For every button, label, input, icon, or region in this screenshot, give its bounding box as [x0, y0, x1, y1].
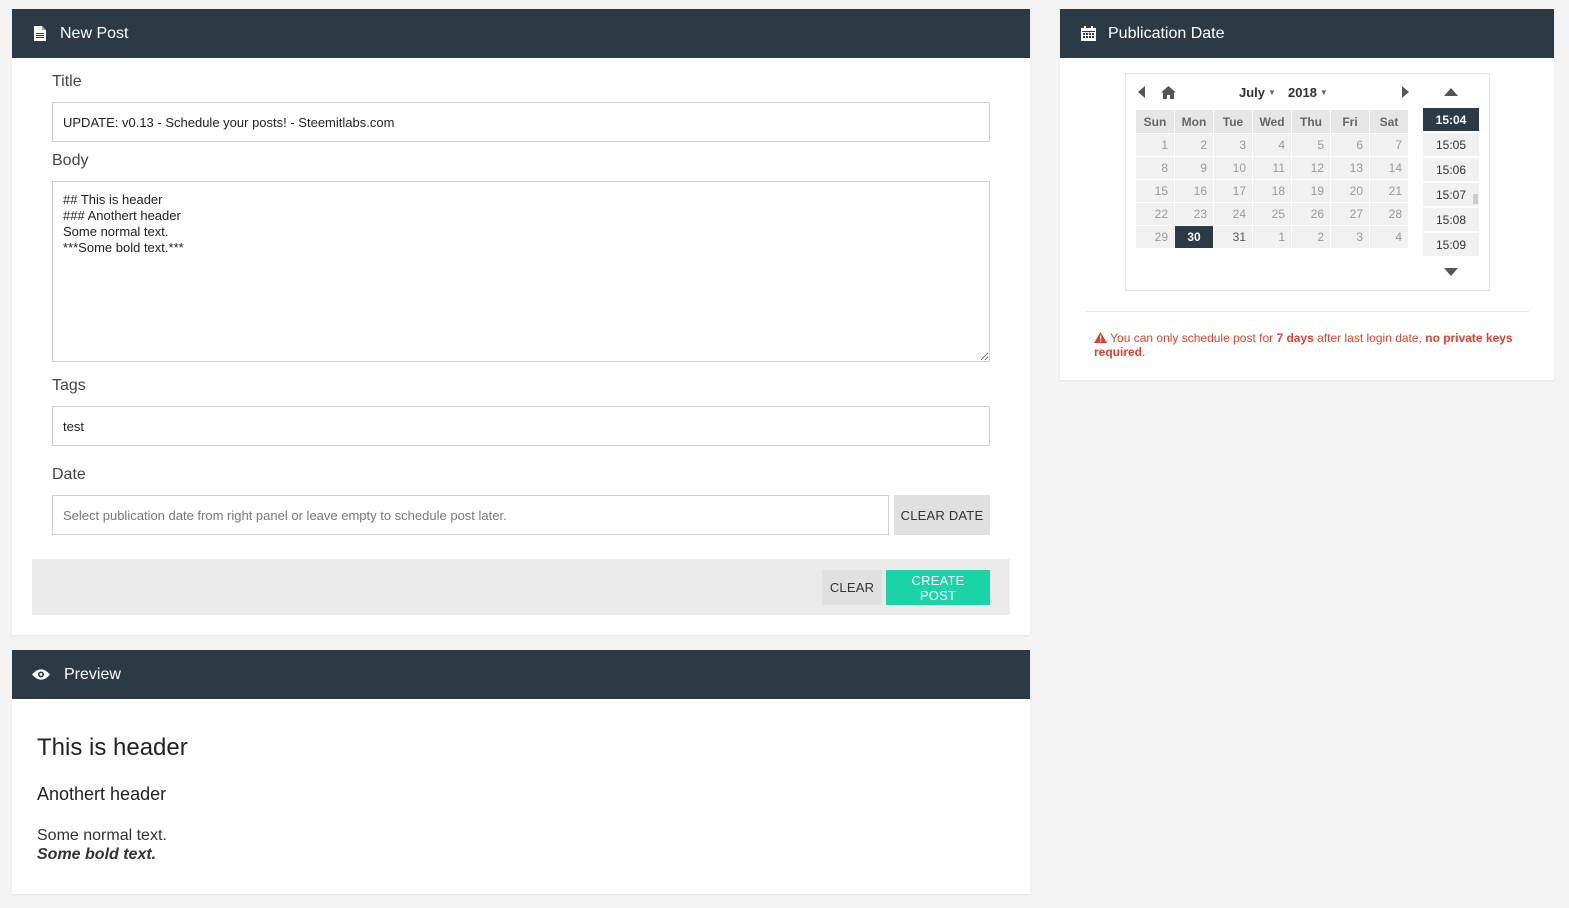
divider [1085, 311, 1529, 312]
calendar-day[interactable]: 21 [1369, 179, 1409, 203]
calendar-day[interactable]: 19 [1291, 179, 1331, 203]
calendar-day[interactable]: 10 [1213, 156, 1253, 180]
tags-input[interactable] [52, 406, 990, 446]
time-option[interactable]: 15:07 [1423, 183, 1479, 206]
calendar-day[interactable]: 4 [1369, 225, 1409, 249]
date-time-picker: July ▼ 2018 ▼ Sun Mon Tue Wed Thu Fri Sat 1234… [1125, 73, 1490, 291]
calendar-day[interactable]: 25 [1252, 202, 1292, 226]
create-post-button[interactable]: CREATE POST [886, 570, 990, 605]
next-month-icon[interactable] [1401, 82, 1409, 102]
weekday-header: Wed [1252, 109, 1292, 134]
year-select[interactable]: 2018 ▼ [1288, 82, 1328, 102]
new-post-panel: New Post Title Body Tags Date CLEAR DATE… [12, 9, 1030, 635]
calendar-grid: Sun Mon Tue Wed Thu Fri Sat 1 2 3 4 5 6 7 8 9 10 11 12 13 1… [1135, 109, 1409, 249]
file-icon [32, 26, 48, 42]
preview-panel: Preview This is header Anothert header S… [12, 650, 1030, 894]
preview-bold-text: Some bold text. [37, 846, 157, 863]
calendar-day[interactable]: 23 [1174, 202, 1214, 226]
calendar-icon [1080, 26, 1096, 42]
preview-heading-1: This is header [37, 734, 188, 761]
weekday-header: Fri [1330, 109, 1370, 134]
weekday-header: Sun [1135, 109, 1175, 134]
eye-icon [32, 667, 50, 683]
preview-header: Preview [12, 650, 1030, 699]
calendar-day[interactable]: 7 [1369, 133, 1409, 157]
publication-date-header: Publication Date [1060, 9, 1554, 58]
time-up-icon[interactable] [1444, 82, 1458, 102]
warning-days: 7 days [1276, 331, 1314, 345]
time-option[interactable]: 15:06 [1423, 158, 1479, 181]
calendar-day[interactable]: 16 [1174, 179, 1214, 203]
home-icon[interactable] [1161, 82, 1176, 102]
calendar-day[interactable]: 2 [1174, 133, 1214, 157]
time-down-icon[interactable] [1444, 262, 1458, 282]
calendar-day[interactable]: 5 [1291, 133, 1331, 157]
calendar-day[interactable]: 22 [1135, 202, 1175, 226]
time-option[interactable]: 15:08 [1423, 208, 1479, 231]
warning-icon [1094, 331, 1107, 345]
weekday-header: Thu [1291, 109, 1331, 134]
calendar-day[interactable]: 27 [1330, 202, 1370, 226]
new-post-title: New Post [60, 24, 129, 42]
body-textarea[interactable] [52, 181, 990, 362]
month-value: July [1239, 84, 1266, 100]
calendar-day[interactable]: 17 [1213, 179, 1253, 203]
warning-text-end: . [1142, 345, 1146, 359]
date-input[interactable] [52, 495, 889, 535]
calendar-day[interactable]: 30 [1174, 225, 1214, 249]
time-option[interactable]: 15:05 [1423, 133, 1479, 156]
calendar-day[interactable]: 15 [1135, 179, 1175, 203]
preview-title: Preview [64, 665, 121, 683]
weekday-header: Sat [1369, 109, 1409, 134]
prev-month-icon[interactable] [1138, 82, 1146, 102]
calendar-day[interactable]: 8 [1135, 156, 1175, 180]
new-post-header: New Post [12, 9, 1030, 58]
calendar-day[interactable]: 29 [1135, 225, 1175, 249]
calendar-day[interactable]: 28 [1369, 202, 1409, 226]
calendar-day[interactable]: 2 [1291, 225, 1331, 249]
time-list: 15:04 15:05 15:06 15:07 15:08 15:09 [1423, 108, 1479, 258]
calendar-day[interactable]: 1 [1252, 225, 1292, 249]
title-input[interactable] [52, 102, 990, 142]
publication-date-panel: Publication Date July ▼ 2018 ▼ Sun Mon Tue… [1060, 9, 1554, 380]
calendar-day[interactable]: 14 [1369, 156, 1409, 180]
month-select[interactable]: July ▼ [1239, 82, 1276, 102]
calendar-day[interactable]: 13 [1330, 156, 1370, 180]
calendar-day[interactable]: 31 [1213, 225, 1253, 249]
publication-date-title: Publication Date [1108, 24, 1225, 42]
calendar-day[interactable]: 18 [1252, 179, 1292, 203]
weekday-header: Tue [1213, 109, 1253, 134]
calendar-day[interactable]: 3 [1213, 133, 1253, 157]
calendar-day[interactable]: 11 [1252, 156, 1292, 180]
calendar-day[interactable]: 20 [1330, 179, 1370, 203]
warning-text-mid: after last login date, [1313, 331, 1426, 345]
calendar-day[interactable]: 4 [1252, 133, 1292, 157]
time-option[interactable]: 15:09 [1423, 233, 1479, 256]
tags-label: Tags [52, 377, 86, 394]
calendar-day[interactable]: 9 [1174, 156, 1214, 180]
year-value: 2018 [1288, 84, 1317, 100]
clear-date-button[interactable]: CLEAR DATE [894, 495, 990, 535]
time-scrollbar[interactable] [1473, 194, 1478, 204]
body-label: Body [52, 152, 89, 169]
calendar-day[interactable]: 1 [1135, 133, 1175, 157]
preview-paragraph: Some normal text. Some bold text. [37, 826, 167, 864]
time-option[interactable]: 15:04 [1423, 108, 1479, 131]
clear-button[interactable]: CLEAR [822, 570, 882, 605]
calendar-day[interactable]: 26 [1291, 202, 1331, 226]
calendar-day[interactable]: 24 [1213, 202, 1253, 226]
preview-heading-2: Anothert header [37, 784, 167, 804]
chevron-down-icon: ▼ [1319, 87, 1328, 97]
chevron-down-icon: ▼ [1268, 87, 1276, 97]
title-label: Title [52, 73, 82, 90]
warning-text-pre: You can only schedule post for [1110, 331, 1277, 345]
calendar-day[interactable]: 3 [1330, 225, 1370, 249]
calendar-day[interactable]: 6 [1330, 133, 1370, 157]
preview-normal-text: Some normal text. [37, 827, 167, 844]
schedule-warning: You can only schedule post for 7 days af… [1094, 331, 1524, 359]
date-label: Date [52, 466, 86, 483]
weekday-header: Mon [1174, 109, 1214, 134]
calendar-day[interactable]: 12 [1291, 156, 1331, 180]
